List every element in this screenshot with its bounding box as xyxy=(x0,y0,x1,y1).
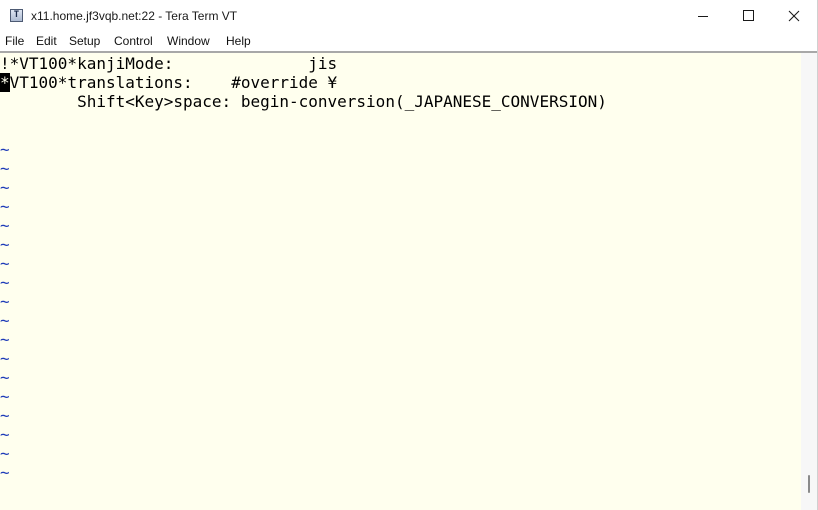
scrollbar-thumb[interactable] xyxy=(808,475,810,493)
empty-line-tilde: ~ xyxy=(0,425,10,444)
menu-file[interactable]: File xyxy=(5,33,24,49)
terminal-line: Shift<Key>space: begin-conversion(_JAPAN… xyxy=(0,92,607,111)
minimize-button[interactable] xyxy=(680,0,726,32)
text-cursor: * xyxy=(0,73,10,92)
empty-line-tilde: ~ xyxy=(0,292,10,311)
menu-window[interactable]: Window xyxy=(167,33,210,49)
empty-line-tilde: ~ xyxy=(0,444,10,463)
empty-line-tilde: ~ xyxy=(0,463,10,482)
empty-line-tilde: ~ xyxy=(0,387,10,406)
terminal-screen[interactable]: !*VT100*kanjiMode: jis *VT100*translatio… xyxy=(0,53,801,510)
minimize-icon xyxy=(698,16,708,17)
menu-edit[interactable]: Edit xyxy=(36,33,57,49)
menu-setup[interactable]: Setup xyxy=(69,33,100,49)
maximize-icon xyxy=(743,10,754,21)
empty-line-tilde: ~ xyxy=(0,140,10,159)
empty-line-tilde: ~ xyxy=(0,368,10,387)
teraterm-app-icon[interactable]: T xyxy=(10,9,23,22)
terminal-line: *VT100*translations: #override ¥ xyxy=(0,73,337,92)
terminal-line: !*VT100*kanjiMode: jis xyxy=(0,54,338,73)
empty-line-tilde: ~ xyxy=(0,349,10,368)
window-title: x11.home.jf3vqb.net:22 - Tera Term VT xyxy=(31,9,238,23)
empty-line-tilde: ~ xyxy=(0,330,10,349)
empty-line-tilde: ~ xyxy=(0,254,10,273)
title-bar[interactable]: T x11.home.jf3vqb.net:22 - Tera Term VT xyxy=(0,0,818,32)
empty-line-tilde: ~ xyxy=(0,216,10,235)
tera-term-window: T x11.home.jf3vqb.net:22 - Tera Term VT … xyxy=(0,0,818,510)
menu-bar: File Edit Setup Control Window Help xyxy=(0,32,818,51)
empty-line-tilde: ~ xyxy=(0,273,10,292)
empty-line-tilde: ~ xyxy=(0,235,10,254)
terminal-line-text: VT100*translations: #override ¥ xyxy=(9,73,338,92)
close-button[interactable] xyxy=(772,0,818,32)
empty-line-tilde: ~ xyxy=(0,159,10,178)
maximize-button[interactable] xyxy=(726,0,772,32)
menu-help[interactable]: Help xyxy=(226,33,251,49)
empty-line-tilde: ~ xyxy=(0,406,10,425)
empty-line-tilde: ~ xyxy=(0,311,10,330)
menu-control[interactable]: Control xyxy=(114,33,153,49)
empty-line-tilde: ~ xyxy=(0,197,10,216)
empty-line-tilde: ~ xyxy=(0,178,10,197)
vertical-scrollbar[interactable] xyxy=(801,53,818,510)
close-icon xyxy=(788,10,800,22)
